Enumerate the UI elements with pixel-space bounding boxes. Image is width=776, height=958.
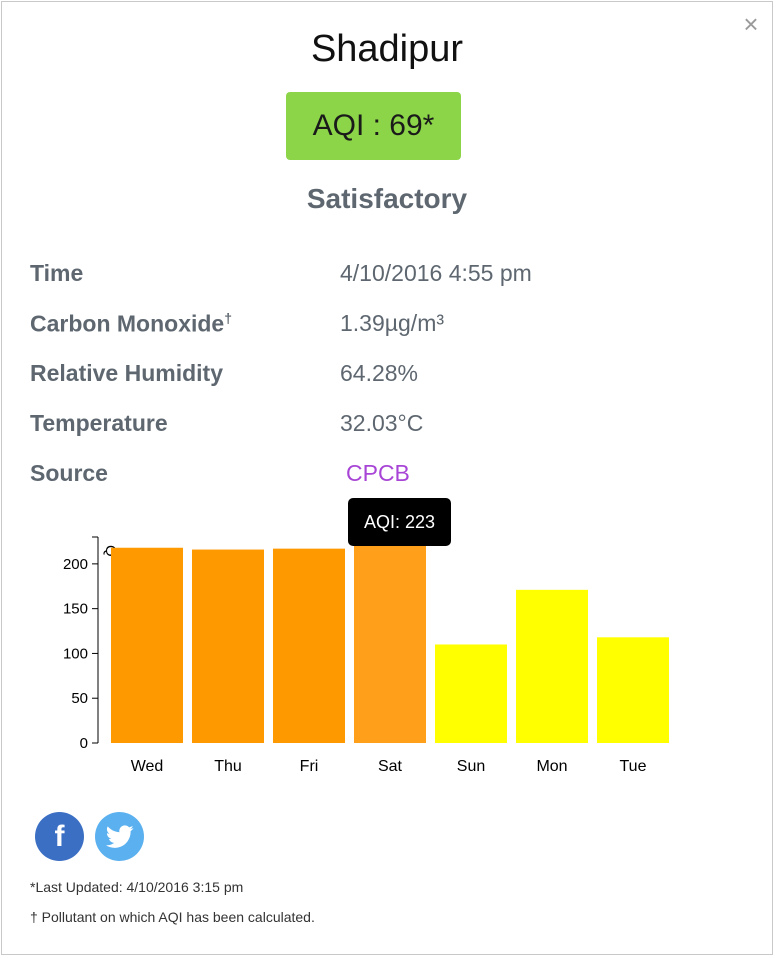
chart-tooltip: AQI: 223 <box>348 498 451 546</box>
aqi-category: Satisfactory <box>306 183 468 214</box>
twitter-share-button[interactable] <box>95 812 144 861</box>
x-tick-label: Mon <box>536 758 567 775</box>
bar-sun[interactable] <box>435 644 507 743</box>
time-value: 4/10/2016 4:55 pm <box>340 260 532 286</box>
x-tick-label: Tue <box>620 758 647 775</box>
detail-row-humidity: Relative Humidity 64.28% <box>30 354 730 404</box>
facebook-share-button[interactable]: f <box>35 812 84 861</box>
aqi-popup: × Shadipur AQI : 69* Satisfactory Time 4… <box>1 1 773 955</box>
source-link[interactable]: CPCB <box>346 460 410 487</box>
x-tick-label: Thu <box>214 758 242 775</box>
x-tick-label: Fri <box>300 758 319 775</box>
humidity-value: 64.28% <box>340 360 419 386</box>
source-label: Source <box>30 460 108 486</box>
bar-mon[interactable] <box>516 589 588 743</box>
temperature-value: 32.03°C <box>340 410 424 436</box>
y-tick-label: 150 <box>63 601 88 618</box>
y-tick-label: 50 <box>71 690 88 707</box>
carbon-monoxide-value: 1.39µg/m³ <box>340 310 445 336</box>
last-updated-note: *Last Updated: 4/10/2016 3:15 pm <box>30 879 244 895</box>
bar-tue[interactable] <box>597 637 669 743</box>
x-tick-label: Wed <box>131 758 164 775</box>
bar-wed[interactable] <box>111 547 183 743</box>
station-title: Shadipur <box>310 28 464 70</box>
x-tick-label: Sat <box>378 758 403 775</box>
y-tick-label: 0 <box>80 735 88 752</box>
y-tick-label: 100 <box>63 645 88 662</box>
time-label: Time <box>30 260 84 286</box>
bar-thu[interactable] <box>192 549 264 743</box>
bar-fri[interactable] <box>273 548 345 743</box>
carbon-monoxide-label: Carbon Monoxide† <box>30 310 233 337</box>
facebook-icon: f <box>54 819 65 853</box>
humidity-label: Relative Humidity <box>30 360 223 386</box>
twitter-icon <box>105 824 134 848</box>
detail-row-carbon-monoxide: Carbon Monoxide† 1.39µg/m³ <box>30 304 730 354</box>
detail-row-time: Time 4/10/2016 4:55 pm <box>30 254 730 304</box>
y-tick-label: 200 <box>63 556 88 573</box>
details-list: Time 4/10/2016 4:55 pm Carbon Monoxide† … <box>30 254 730 504</box>
detail-row-temperature: Temperature 32.03°C <box>30 404 730 454</box>
pollutant-note: † Pollutant on which AQI has been calcul… <box>30 909 315 925</box>
bar-sat[interactable] <box>354 543 426 743</box>
dagger-mark: † <box>224 310 233 326</box>
x-tick-label: Sun <box>457 758 485 775</box>
aqi-badge: AQI : 69* <box>286 92 461 160</box>
temperature-label: Temperature <box>30 410 168 436</box>
